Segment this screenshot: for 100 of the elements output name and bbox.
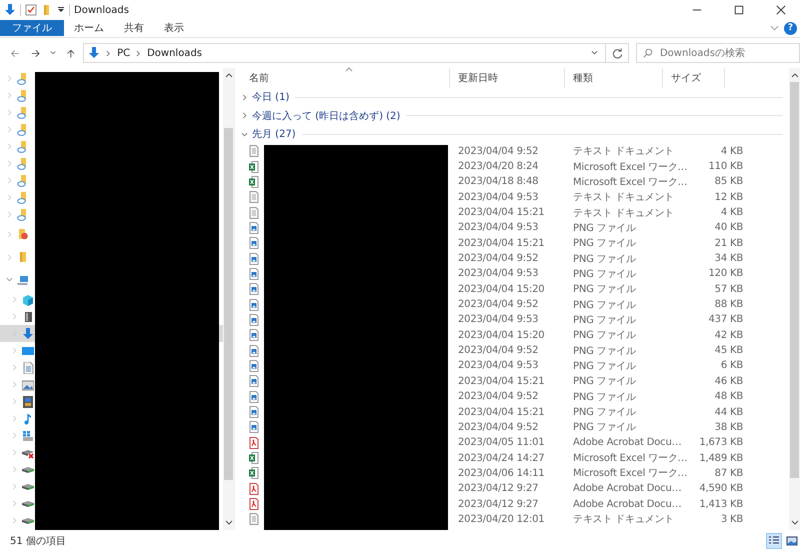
image-file-icon <box>249 421 259 434</box>
text-file-icon <box>249 206 259 219</box>
windows-drive-icon <box>22 430 34 442</box>
column-header[interactable]: 更新日時 <box>450 68 565 88</box>
item-count: 51 個の項目 <box>10 535 66 548</box>
size-cell-text: 85 KB <box>714 176 743 188</box>
size-cell-text: 4 KB <box>720 207 743 218</box>
pdf-file-icon <box>249 436 259 449</box>
column-header[interactable]: 種類 <box>565 68 663 88</box>
date-cell-text: 2023/04/04 15:21 <box>457 406 546 418</box>
size-cell-text: 437 KB <box>708 314 743 326</box>
chevron-right-icon <box>241 94 248 101</box>
film-icon <box>22 396 34 408</box>
download-arrow-icon <box>88 47 100 59</box>
scroll-down-icon[interactable] <box>224 520 232 526</box>
column-header[interactable]: サイズ <box>663 68 725 88</box>
chevron-right-icon[interactable] <box>106 50 112 56</box>
image-file-icon <box>249 222 259 234</box>
image-file-icon <box>249 283 259 296</box>
pdf-file-icon <box>249 482 259 495</box>
date-cell-text: 2023/04/04 9:52 <box>457 253 540 264</box>
group-header[interactable]: 今週に入って (昨日は含めず) (2) <box>241 108 400 123</box>
size-cell-text: 3 KB <box>720 514 743 525</box>
scrollbar[interactable] <box>789 68 800 530</box>
type-cell-text: Microsoft Excel ワーク… <box>572 452 688 466</box>
image-file-icon <box>249 329 259 342</box>
ribbon-tab[interactable]: ホーム <box>64 20 114 36</box>
breadcrumb[interactable]: PC <box>117 48 130 58</box>
ribbon-tab[interactable]: 共有 <box>114 20 154 36</box>
maximize-icon[interactable] <box>734 5 744 15</box>
type-cell-text: テキスト ドキュメント <box>572 145 675 158</box>
cloud-folder-icon <box>17 72 29 84</box>
size-cell-text: 45 KB <box>714 345 743 356</box>
address-bar[interactable]: PC Downloads <box>83 43 606 63</box>
image-file-icon <box>249 268 259 280</box>
group-header[interactable]: 先月 (27) <box>241 127 296 142</box>
date-cell-text: 2023/04/04 9:52 <box>457 391 540 402</box>
size-cell-text: 46 KB <box>714 376 743 387</box>
download-arrow-icon[interactable] <box>4 4 16 16</box>
properties-icon[interactable] <box>25 4 37 16</box>
ribbon-tab[interactable]: ファイル <box>0 20 64 36</box>
image-file-icon <box>249 237 259 250</box>
type-cell-text: PNG ファイル <box>572 344 637 358</box>
size-cell-text: 44 KB <box>714 406 743 418</box>
help-button[interactable]: ? <box>784 22 797 34</box>
scroll-down-icon[interactable] <box>790 520 798 526</box>
size-cell-text: 120 KB <box>708 268 743 280</box>
type-cell-text: Microsoft Excel ワーク… <box>572 176 688 189</box>
chevron-right-icon[interactable] <box>136 50 142 56</box>
size-cell-text: 21 KB <box>714 238 743 249</box>
scroll-up-icon[interactable] <box>790 72 798 78</box>
date-cell-text: 2023/04/20 8:24 <box>457 161 540 172</box>
cloud-folder-icon <box>17 140 29 152</box>
close-icon[interactable] <box>776 5 786 15</box>
dropdown-icon[interactable] <box>57 6 65 14</box>
column-header[interactable]: 名前 <box>241 68 450 88</box>
size-cell-text: 87 KB <box>714 468 743 479</box>
size-cell-text: 4,590 KB <box>698 483 743 494</box>
date-cell-text: 2023/04/12 9:27 <box>457 498 540 510</box>
breadcrumb[interactable]: Downloads <box>147 48 202 58</box>
back-arrow-icon[interactable] <box>10 48 20 58</box>
date-cell-text: 2023/04/04 9:52 <box>457 422 540 433</box>
excel-file-icon <box>249 452 259 464</box>
date-cell-text: 2023/04/18 8:48 <box>457 176 540 188</box>
size-cell-text: 4 KB <box>720 146 743 157</box>
chevron-down-icon[interactable] <box>591 50 598 56</box>
scrollbar[interactable] <box>223 68 234 530</box>
ribbon-tab[interactable]: 表示 <box>154 20 194 36</box>
refresh-button[interactable] <box>606 43 629 63</box>
size-cell-text: 110 KB <box>708 161 743 172</box>
cloud-folder-icon <box>17 192 29 204</box>
search-icon <box>642 48 653 58</box>
date-cell-text: 2023/04/04 15:20 <box>457 284 546 295</box>
refresh-icon <box>612 48 623 58</box>
type-cell-text: PNG ファイル <box>572 268 637 281</box>
type-cell-text: テキスト ドキュメント <box>572 513 675 526</box>
image-file-icon <box>249 390 259 403</box>
window-title: Downloads <box>74 4 129 16</box>
forward-arrow-icon[interactable] <box>30 48 40 58</box>
text-file-icon <box>249 145 259 158</box>
image-file-icon <box>249 375 259 388</box>
date-cell-text: 2023/04/04 15:21 <box>457 207 546 218</box>
size-cell-text: 57 KB <box>714 284 743 295</box>
cloud-folder-icon <box>17 124 29 136</box>
search-field[interactable]: Downloadsの検索 <box>636 43 800 63</box>
type-cell-text: テキスト ドキュメント <box>572 191 675 204</box>
type-cell-text: PNG ファイル <box>572 390 637 404</box>
date-cell-text: 2023/04/24 14:27 <box>457 452 546 464</box>
group-header[interactable]: 今日 (1) <box>241 90 290 104</box>
size-cell-text: 48 KB <box>714 391 743 402</box>
chevron-down-icon[interactable] <box>50 50 56 56</box>
scroll-up-icon[interactable] <box>224 72 232 78</box>
up-arrow-icon[interactable] <box>66 48 76 58</box>
size-cell-text: 12 KB <box>714 192 743 203</box>
cube-icon <box>22 294 34 306</box>
date-cell-text: 2023/04/04 15:21 <box>457 376 546 387</box>
image-file-icon <box>249 298 259 311</box>
type-cell-text: PNG ファイル <box>572 360 637 373</box>
excel-file-icon <box>249 176 259 188</box>
details-view-button[interactable] <box>766 533 782 549</box>
